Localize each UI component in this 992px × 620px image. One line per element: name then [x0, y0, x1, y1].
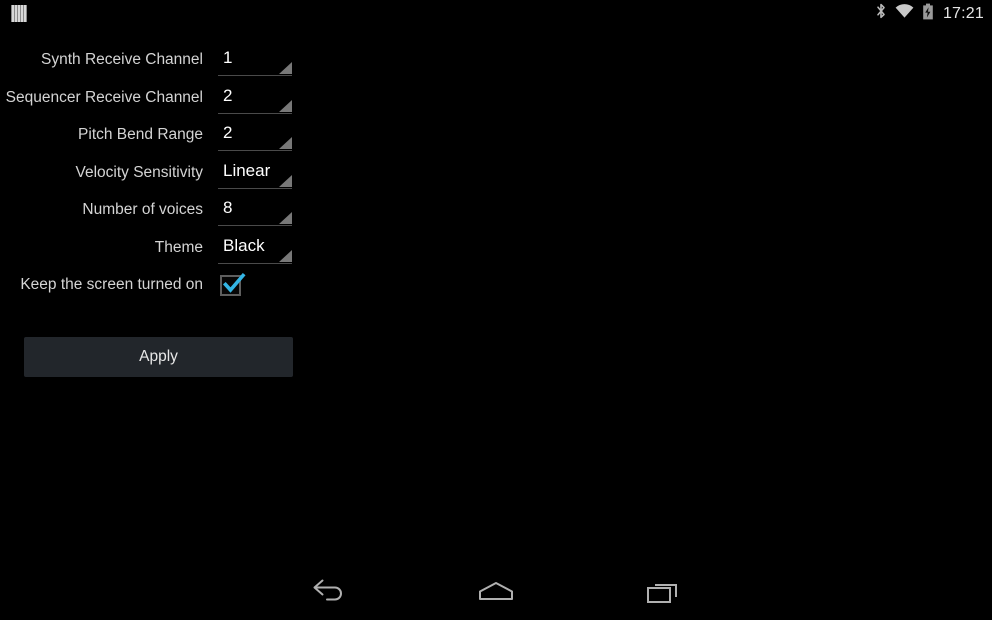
- nav-home-button[interactable]: [451, 564, 541, 620]
- label-synth-receive-channel: Synth Receive Channel: [41, 51, 203, 68]
- chevron-down-icon: [279, 62, 292, 74]
- spinner-value-sequencer-receive-channel: 2: [223, 85, 233, 105]
- spinner-value-theme: Black: [223, 235, 265, 255]
- spinner-value-number-of-voices: 8: [223, 198, 233, 217]
- home-icon: [479, 582, 513, 600]
- chevron-down-icon: [279, 212, 292, 224]
- setting-row-keep-screen-on: Keep the screen turned on: [0, 271, 300, 309]
- nav-back-button[interactable]: [284, 564, 374, 620]
- spinner-value-synth-receive-channel: 1: [223, 48, 233, 67]
- status-icons-group: 17:21: [875, 0, 987, 27]
- label-keep-screen-on: Keep the screen turned on: [20, 276, 203, 293]
- label-pitch-bend-range: Pitch Bend Range: [78, 126, 203, 143]
- checkmark-icon: [222, 272, 246, 293]
- spinner-theme[interactable]: Black: [218, 234, 292, 264]
- label-sequencer-receive-channel: Sequencer Receive Channel: [5, 88, 203, 106]
- spinner-velocity-sensitivity[interactable]: Linear: [218, 159, 292, 189]
- setting-row-number-of-voices: Number of voices 8: [0, 196, 300, 234]
- bluetooth-icon: [875, 3, 887, 25]
- chevron-down-icon: [279, 174, 292, 187]
- nav-recent-apps-button[interactable]: [619, 564, 709, 620]
- label-theme: Theme: [154, 238, 203, 256]
- spinner-synth-receive-channel[interactable]: 1: [218, 46, 292, 76]
- chevron-down-icon: [279, 137, 292, 149]
- piano-keys-icon: [11, 5, 27, 22]
- spinner-value-pitch-bend-range: 2: [223, 123, 233, 142]
- status-bar: 17:21: [0, 0, 992, 27]
- chevron-down-icon: [279, 99, 292, 112]
- status-bar-clock: 17:21: [942, 5, 984, 22]
- spinner-pitch-bend-range[interactable]: 2: [218, 121, 292, 151]
- navigation-bar: [0, 564, 992, 620]
- setting-row-sequencer-receive-channel: Sequencer Receive Channel 2: [0, 84, 300, 122]
- spinner-sequencer-receive-channel[interactable]: 2: [218, 84, 292, 114]
- wifi-icon: [895, 3, 914, 24]
- setting-row-pitch-bend-range: Pitch Bend Range 2: [0, 121, 300, 159]
- checkbox-keep-screen-on[interactable]: [220, 272, 246, 296]
- recents-icon: [647, 584, 677, 603]
- back-icon: [313, 579, 342, 601]
- settings-form: Synth Receive Channel 1 Sequencer Receiv…: [0, 46, 300, 309]
- setting-row-synth-receive-channel: Synth Receive Channel 1: [0, 46, 300, 84]
- label-velocity-sensitivity: Velocity Sensitivity: [75, 163, 204, 181]
- label-number-of-voices: Number of voices: [82, 201, 203, 218]
- spinner-value-velocity-sensitivity: Linear: [223, 160, 271, 180]
- spinner-number-of-voices[interactable]: 8: [218, 196, 292, 226]
- setting-row-theme: Theme Black: [0, 234, 300, 272]
- chevron-down-icon: [279, 249, 292, 262]
- apply-button[interactable]: Apply: [24, 337, 293, 377]
- setting-row-velocity-sensitivity: Velocity Sensitivity Linear: [0, 159, 300, 197]
- battery-charging-icon: [922, 3, 934, 25]
